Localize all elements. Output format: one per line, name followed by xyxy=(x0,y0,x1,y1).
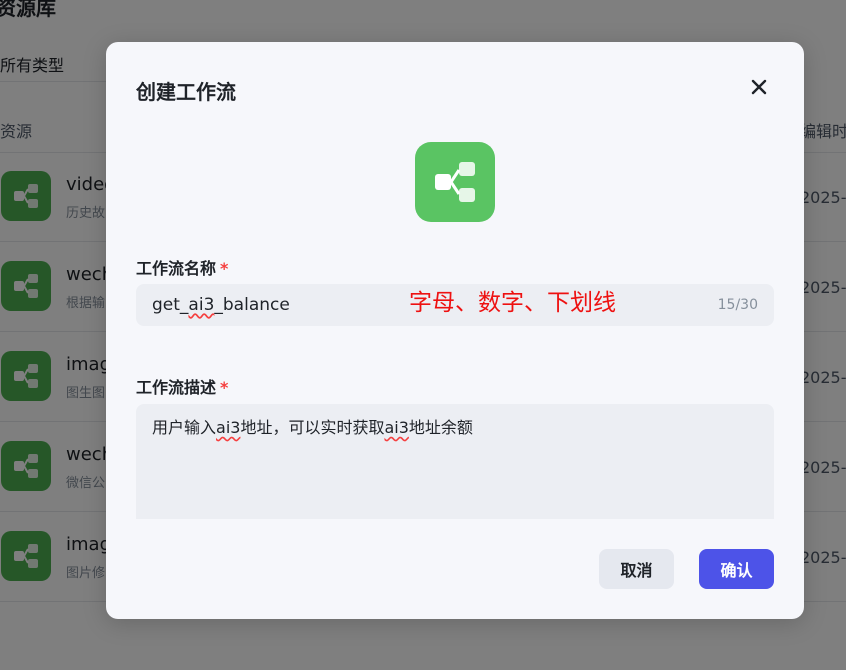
workflow-name-value[interactable]: get_ai3_balance xyxy=(152,284,402,326)
desc-value-part: 地址余额 xyxy=(408,418,473,437)
desc-value-part-misspelled: ai3 xyxy=(384,418,409,437)
desc-label-text: 工作流描述 xyxy=(136,378,217,397)
annotation-text: 字母、数字、下划线 xyxy=(409,290,616,316)
name-value-part-misspelled: ai3 xyxy=(188,295,215,315)
close-icon xyxy=(751,79,767,95)
desc-value-part-misspelled: ai3 xyxy=(216,418,241,437)
confirm-button[interactable]: 确认 xyxy=(699,549,774,589)
name-value-part: get_ xyxy=(152,295,189,315)
char-counter: 15/30 xyxy=(717,297,758,313)
name-field-label: 工作流名称 * xyxy=(136,255,228,279)
name-value-part: _balance xyxy=(214,295,290,315)
desc-field-label: 工作流描述 * xyxy=(136,374,228,398)
workflow-icon[interactable] xyxy=(415,142,495,222)
description-value: 用户输入ai3地址，可以实时获取ai3地址余额 xyxy=(152,414,473,438)
required-mark: * xyxy=(220,378,229,397)
required-mark: * xyxy=(220,259,229,278)
name-label-text: 工作流名称 xyxy=(136,259,217,278)
create-workflow-dialog: 创建工作流 工作流名称 * get_ai3_balance 15/30 字母、数字… xyxy=(106,42,804,619)
workflow-description-textarea[interactable]: 用户输入ai3地址，可以实时获取ai3地址余额 xyxy=(136,404,774,519)
desc-value-part: 用户输入 xyxy=(152,418,217,437)
cancel-button[interactable]: 取消 xyxy=(599,549,674,589)
desc-value-part: 地址，可以实时获取 xyxy=(240,418,385,437)
dialog-title: 创建工作流 xyxy=(136,80,236,104)
close-button[interactable] xyxy=(746,74,772,100)
